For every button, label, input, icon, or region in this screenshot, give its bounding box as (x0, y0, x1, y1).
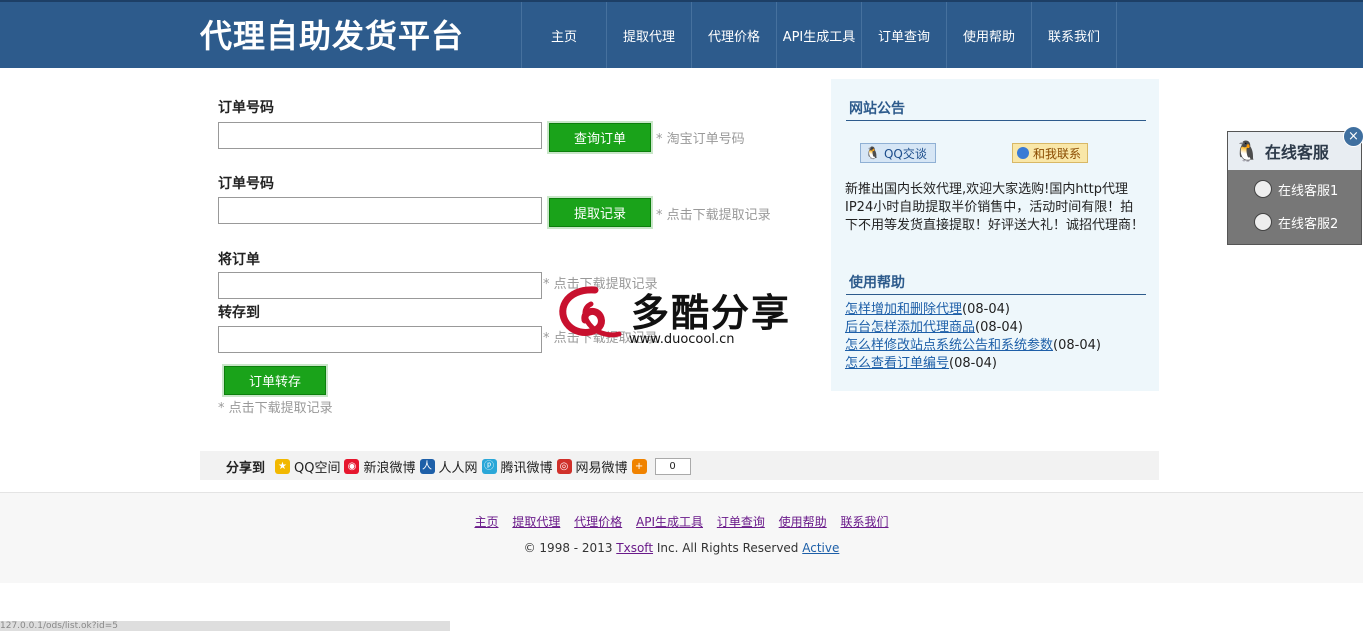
renren-icon[interactable]: 人 (419, 459, 435, 474)
service-item-label: 在线客服2 (1278, 216, 1339, 232)
qq-penguin-icon: 🐧 (865, 146, 880, 160)
company-link[interactable]: Txsoft (616, 541, 653, 555)
transfer-from-label: 将订单 (218, 252, 260, 268)
footer-link-help[interactable]: 使用帮助 (779, 515, 827, 529)
query-order-button[interactable]: 查询订单 (549, 123, 651, 152)
service-item-2[interactable]: 在线客服2 (1234, 207, 1355, 237)
footer-link-query[interactable]: 订单查询 (717, 515, 765, 529)
online-service-panel: 🐧 在线客服 在线客服1 在线客服2 (1227, 131, 1362, 245)
service-header: 🐧 在线客服 (1228, 132, 1361, 170)
footer (0, 492, 1363, 583)
transfer-from-input[interactable] (218, 272, 542, 299)
share-weibo[interactable]: 新浪微博 (363, 457, 415, 476)
nav-proxy-price[interactable]: 代理价格 (691, 2, 776, 68)
share-label: 分享到 (226, 461, 266, 476)
site-logo: 代理自助发货平台 (200, 17, 465, 55)
help-link[interactable]: 怎么样修改站点系统公告和系统参数 (845, 338, 1053, 353)
footer-link-api[interactable]: API生成工具 (636, 515, 703, 529)
footer-link-price[interactable]: 代理价格 (574, 515, 622, 529)
help-item: 后台怎样添加代理商品(08-04) (845, 319, 1101, 337)
tencent-weibo-icon[interactable]: ⓟ (481, 459, 497, 474)
service-item-label: 在线客服1 (1278, 183, 1339, 199)
help-title: 使用帮助 (849, 275, 905, 291)
extract-order-input[interactable] (218, 197, 542, 224)
help-link[interactable]: 怎么查看订单编号 (845, 356, 949, 371)
extract-hint: * 点击下载提取记录 (656, 208, 771, 223)
query-hint: * 淘宝订单号码 (656, 132, 745, 147)
transfer-to-label: 转存到 (218, 305, 260, 321)
footer-links: 主页 提取代理 代理价格 API生成工具 订单查询 使用帮助 联系我们 (0, 513, 1363, 530)
contact-me-button[interactable]: 和我联系 (1012, 143, 1088, 163)
transfer-to-input[interactable] (218, 326, 542, 353)
watermark-title: 多酷分享 (631, 291, 792, 335)
browser-status-bar: 127.0.0.1/ods/list.ok?id=5 (0, 621, 450, 631)
share-renren[interactable]: 人人网 (439, 457, 478, 476)
help-item: 怎么查看订单编号(08-04) (845, 355, 1101, 373)
notice-text: 新推出国内长效代理,欢迎大家选购!国内http代理IP24小时自助提取半价销售中… (845, 182, 1145, 233)
main-nav: 主页 提取代理 代理价格 API生成工具 订单查询 使用帮助 联系我们 (521, 2, 1117, 68)
transfer-order-button[interactable]: 订单转存 (224, 366, 326, 395)
qq-penguin-icon: 🐧 (1234, 139, 1259, 163)
nav-contact[interactable]: 联系我们 (1031, 2, 1117, 68)
footer-link-contact[interactable]: 联系我们 (841, 515, 889, 529)
nav-home[interactable]: 主页 (521, 2, 606, 68)
help-date: (08-04) (962, 302, 1010, 317)
notice-title: 网站公告 (849, 101, 905, 117)
close-icon[interactable]: × (1343, 126, 1363, 147)
service-title: 在线客服 (1264, 143, 1329, 162)
copyright: © 1998 - 2013 Txsoft Inc. All Rights Res… (0, 541, 1363, 555)
order-number-label: 订单号码 (218, 100, 274, 116)
transfer-hint: * 点击下载提取记录 (218, 401, 333, 416)
help-link[interactable]: 怎样增加和删除代理 (845, 302, 962, 317)
nav-extract-proxy[interactable]: 提取代理 (606, 2, 691, 68)
top-header: 代理自助发货平台 主页 提取代理 代理价格 API生成工具 订单查询 使用帮助 … (0, 0, 1363, 68)
help-item: 怎么样修改站点系统公告和系统参数(08-04) (845, 337, 1101, 355)
extract-record-button[interactable]: 提取记录 (549, 198, 651, 227)
smiley-icon (1254, 180, 1272, 198)
nav-help[interactable]: 使用帮助 (946, 2, 1031, 68)
notice-divider (846, 120, 1146, 121)
copyright-prefix: © 1998 - 2013 (523, 541, 617, 555)
help-date: (08-04) (975, 320, 1023, 335)
order-number-input[interactable] (218, 122, 542, 149)
help-link[interactable]: 后台怎样添加代理商品 (845, 320, 975, 335)
duocool-watermark: 多酷分享 www.duocool.cn (555, 282, 805, 356)
share-qzone[interactable]: QQ空间 (294, 457, 340, 476)
help-item: 怎样增加和删除代理(08-04) (845, 301, 1101, 319)
footer-link-extract[interactable]: 提取代理 (512, 515, 560, 529)
share-row: 分享到 ★ QQ空间 ◉ 新浪微博 人 人人网 ⓟ 腾讯微博 ◎ 网易微博 + … (226, 457, 691, 476)
footer-link-home[interactable]: 主页 (474, 515, 498, 529)
active-link[interactable]: Active (802, 541, 839, 555)
watermark-url: www.duocool.cn (629, 332, 735, 347)
help-list: 怎样增加和删除代理(08-04) 后台怎样添加代理商品(08-04) 怎么样修改… (845, 301, 1101, 373)
nav-api-tool[interactable]: API生成工具 (776, 2, 861, 68)
service-item-1[interactable]: 在线客服1 (1234, 174, 1355, 204)
share-tencent-weibo[interactable]: 腾讯微博 (501, 457, 553, 476)
help-divider (846, 294, 1146, 295)
contact-me-label: 和我联系 (1033, 146, 1082, 161)
chat-bubble-icon (1017, 147, 1029, 159)
extract-order-label: 订单号码 (218, 176, 274, 192)
qq-chat-label: QQ交谈 (883, 146, 927, 161)
weibo-icon[interactable]: ◉ (344, 459, 360, 474)
nav-order-query[interactable]: 订单查询 (861, 2, 946, 68)
help-date: (08-04) (1053, 338, 1101, 353)
more-share-icon[interactable]: + (631, 459, 647, 474)
qzone-icon[interactable]: ★ (275, 459, 291, 474)
share-netease-weibo[interactable]: 网易微博 (576, 457, 628, 476)
qq-chat-button[interactable]: 🐧 QQ交谈 (860, 143, 936, 163)
share-count: 0 (654, 458, 691, 475)
smiley-icon (1254, 213, 1272, 231)
copyright-middle: Inc. All Rights Reserved (653, 541, 803, 555)
help-date: (08-04) (949, 356, 997, 371)
netease-weibo-icon[interactable]: ◎ (556, 459, 572, 474)
